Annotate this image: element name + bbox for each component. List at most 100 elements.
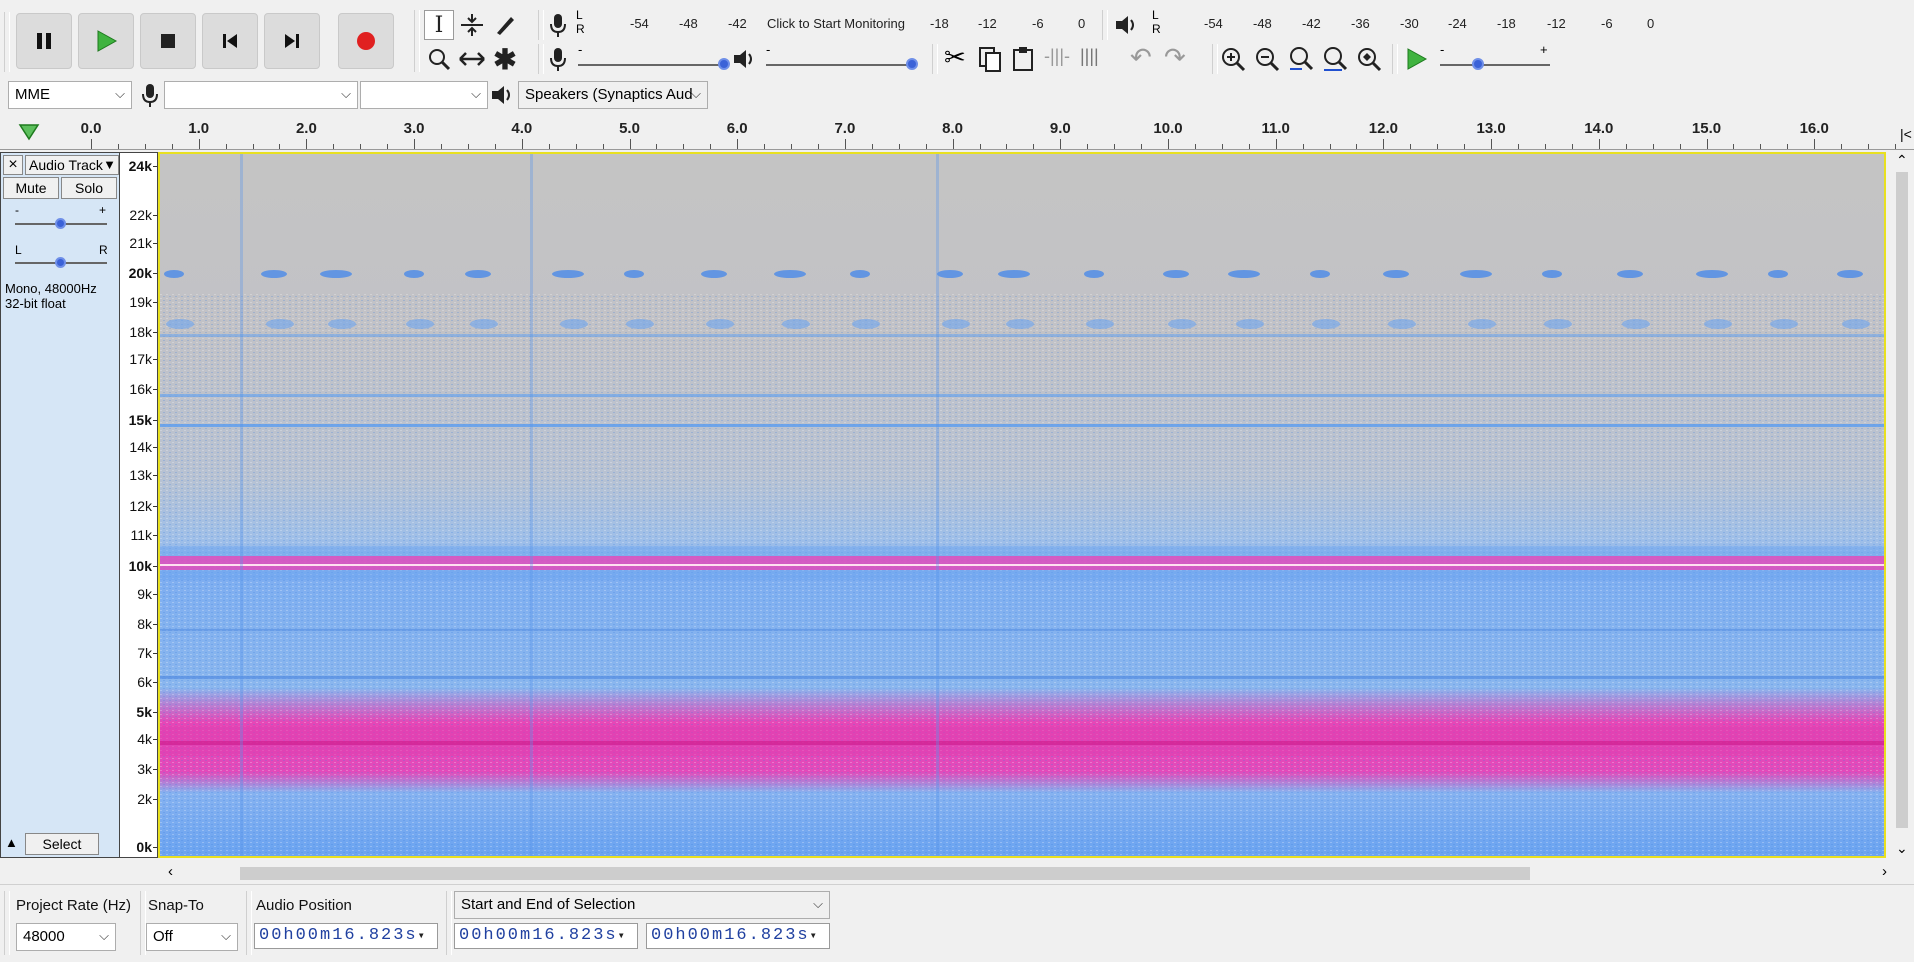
vertical-scroll-thumb[interactable]: [1896, 172, 1908, 828]
pause-button[interactable]: [16, 13, 72, 69]
time-shift-tool[interactable]: [457, 44, 487, 74]
slider-thumb[interactable]: [718, 58, 730, 70]
audio-host-select[interactable]: MME ⌵: [8, 81, 132, 109]
ruler-label: 2.0: [295, 120, 317, 137]
recording-channels-select[interactable]: ⌵: [360, 81, 488, 109]
frequency-tick: [153, 389, 157, 390]
zoom-tool[interactable]: [424, 44, 454, 74]
snap-to-select[interactable]: Off ⌵: [146, 923, 238, 951]
frequency-label: 18k: [129, 324, 152, 340]
undo-icon[interactable]: ↶: [1130, 42, 1152, 73]
scroll-up-icon[interactable]: ⌃: [1896, 152, 1908, 169]
ruler-tick: [1652, 144, 1654, 149]
selection-tool[interactable]: I: [424, 10, 454, 40]
slider-thumb[interactable]: [1472, 58, 1484, 70]
toolbar-grip[interactable]: [538, 10, 544, 40]
track-close-button[interactable]: ×: [3, 155, 23, 175]
cut-icon[interactable]: ✂: [944, 42, 966, 73]
spectrogram-view[interactable]: [158, 152, 1886, 858]
spectrogram-event: [166, 319, 194, 329]
draw-tool[interactable]: [490, 10, 520, 40]
zoom-out-icon[interactable]: [1254, 46, 1280, 72]
ruler-tick: [1302, 144, 1304, 149]
redo-icon[interactable]: ↷: [1164, 42, 1186, 73]
toolbar-grip[interactable]: [4, 12, 10, 72]
spectrogram-event: [706, 319, 734, 329]
track-name-menu[interactable]: Audio Track ▼: [25, 155, 119, 175]
zoom-toggle-icon[interactable]: [1356, 46, 1382, 72]
chevron-down-icon: ⌵: [99, 928, 109, 943]
toolbar-grip[interactable]: [538, 44, 544, 74]
horizontal-scrollbar[interactable]: ‹ ›: [158, 863, 1900, 882]
playback-device-select[interactable]: Speakers (Synaptics Aud ⌵: [518, 81, 708, 109]
slider-thumb[interactable]: [906, 58, 918, 70]
silence-icon[interactable]: ||||: [1080, 46, 1099, 67]
selection-start-field[interactable]: 00h00m16.823s▾: [454, 923, 638, 949]
ruler-tick: [441, 144, 443, 149]
stop-button[interactable]: [140, 13, 196, 69]
ruler-tick: [1114, 144, 1116, 149]
mute-button[interactable]: Mute: [3, 177, 59, 199]
envelope-tool[interactable]: [457, 10, 487, 40]
pan-slider-thumb[interactable]: [55, 257, 66, 268]
recording-device-select[interactable]: ⌵: [164, 81, 358, 109]
fit-selection-icon[interactable]: [1288, 46, 1314, 72]
slider-minus: -: [766, 42, 771, 57]
scroll-left-icon[interactable]: ‹: [168, 863, 173, 880]
ruler-tick: [1087, 144, 1089, 149]
ruler-tick: [1329, 144, 1331, 149]
toolbar-grip[interactable]: [932, 44, 938, 74]
ruler-label: 13.0: [1476, 120, 1506, 137]
play-at-speed-icon[interactable]: [1404, 47, 1428, 71]
toolbar-grip[interactable]: [246, 891, 252, 955]
multi-tool[interactable]: ✱: [490, 44, 520, 75]
timeline-ruler[interactable]: 0.0 1.0 2.0 3.0 4.0 5.0 6.0 7.0 8.0 9.0 10.0 11.0 12…: [0, 116, 1914, 150]
selection-mode-select[interactable]: Start and End of Selection ⌵: [454, 891, 830, 919]
collapse-triangle-icon[interactable]: ▲: [5, 835, 18, 850]
record-button[interactable]: [338, 13, 394, 69]
toolbar-grip[interactable]: [414, 10, 420, 72]
scroll-right-icon[interactable]: ›: [1882, 863, 1887, 880]
microphone-icon[interactable]: [548, 12, 568, 38]
playback-speed-slider[interactable]: [1440, 64, 1550, 66]
gain-slider-thumb[interactable]: [55, 218, 66, 229]
paste-icon[interactable]: [1012, 46, 1034, 72]
select-label: Select: [42, 836, 82, 852]
skip-to-start-button[interactable]: [202, 13, 258, 69]
toolbar-grip[interactable]: [446, 891, 452, 955]
skip-to-end-button[interactable]: [264, 13, 320, 69]
playback-meter[interactable]: -54 -48 -42 -36 -30 -24 -18 -12 -6 0: [1164, 16, 1664, 34]
zoom-in-icon[interactable]: [1220, 46, 1246, 72]
toolbar-grip[interactable]: [1212, 44, 1218, 74]
copy-icon[interactable]: [978, 46, 1002, 72]
toolbar-grip[interactable]: [4, 891, 10, 955]
toolbar-grip[interactable]: [1392, 44, 1398, 74]
ruler-tick: [1841, 144, 1843, 149]
recording-meter[interactable]: -54 -48 -42 Click to Start Monitoring -1…: [588, 16, 1088, 34]
horizontal-scroll-thumb[interactable]: [240, 867, 1530, 880]
frequency-label: 10k: [128, 558, 152, 574]
play-head-triangle-icon[interactable]: [18, 122, 40, 142]
monitor-text[interactable]: Click to Start Monitoring: [767, 16, 905, 31]
playback-volume-slider[interactable]: [766, 64, 916, 66]
vertical-scrollbar[interactable]: ⌃ ⌄: [1890, 150, 1914, 860]
ruler-tick: [1491, 139, 1493, 149]
audio-position-field[interactable]: 00h00m16.823s▾: [254, 923, 438, 949]
solo-button[interactable]: Solo: [61, 177, 117, 199]
fit-project-icon[interactable]: [1322, 46, 1348, 72]
project-rate-select[interactable]: 48000 ⌵: [16, 923, 116, 951]
recording-volume-slider[interactable]: [578, 64, 728, 66]
ruler-tick: [1894, 144, 1896, 149]
toolbar-grip[interactable]: [1102, 10, 1108, 40]
frequency-scale[interactable]: 24k 22k 21k 20k 19k 18k 17k 16k 15k 14k 13k 12k 11k 1…: [120, 152, 158, 858]
speaker-icon[interactable]: [1114, 13, 1140, 37]
select-button[interactable]: Select: [25, 833, 99, 855]
trim-icon[interactable]: -|||-: [1044, 46, 1070, 67]
spectrogram-event: [1704, 319, 1732, 329]
frequency-tick: [153, 847, 157, 848]
scroll-down-icon[interactable]: ⌄: [1896, 840, 1908, 857]
ruler-label: 9.0: [1049, 120, 1071, 137]
track-control-panel[interactable]: × Audio Track ▼ Mute Solo - + L R Mono, 4…: [0, 152, 120, 858]
play-button[interactable]: [78, 13, 134, 69]
selection-end-field[interactable]: 00h00m16.823s▾: [646, 923, 830, 949]
